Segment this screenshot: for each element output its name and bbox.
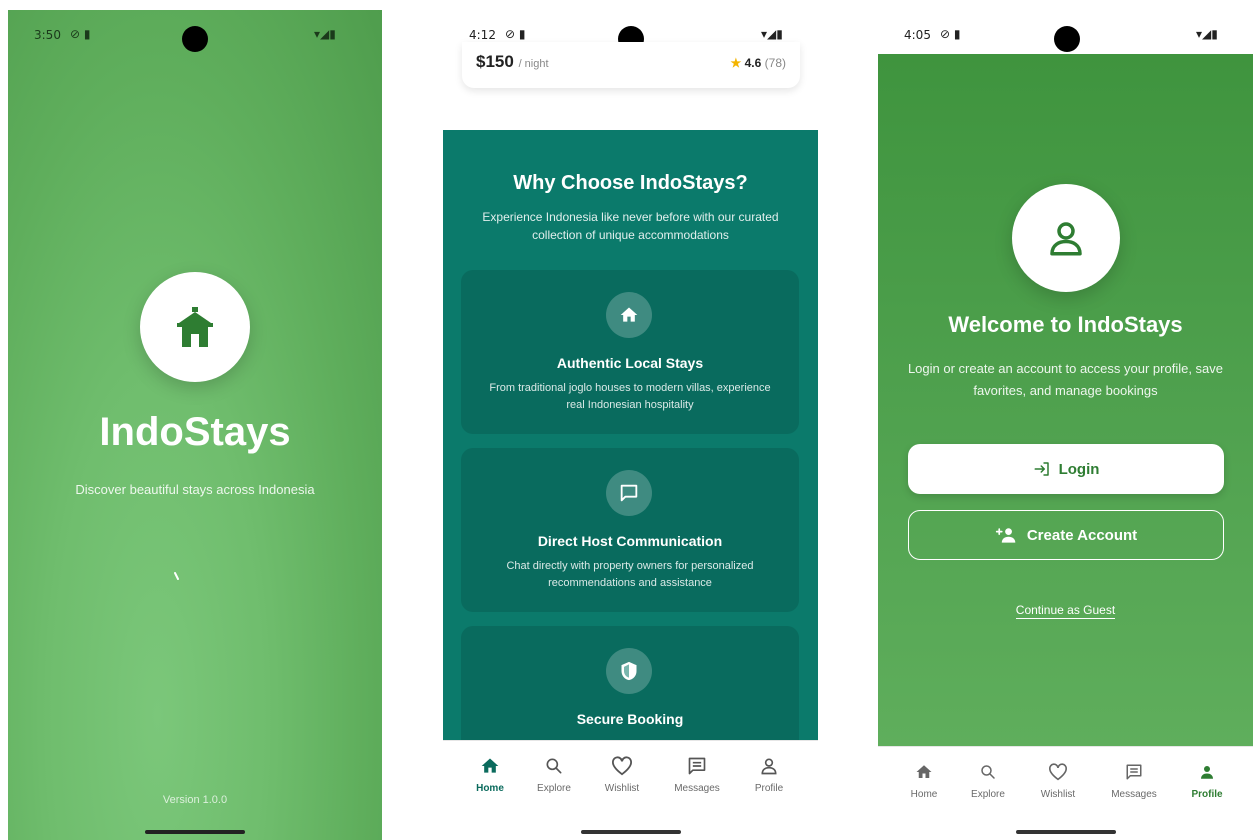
nav-item-explore[interactable]: Explore <box>522 753 586 794</box>
nav-label: Explore <box>537 783 571 794</box>
messages-icon <box>1126 764 1142 780</box>
person-icon <box>1050 222 1082 256</box>
search-icon <box>981 765 995 779</box>
bottom-nav: Home Explore Wishlist Messages Profile <box>878 746 1253 836</box>
login-button[interactable]: Login <box>908 444 1224 494</box>
listing-rating: ★ 4.6 (78) <box>731 56 786 70</box>
continue-guest-label: Continue as Guest <box>1015 603 1116 619</box>
feature-icon-wrap <box>606 292 652 338</box>
heart-icon <box>612 756 632 776</box>
splash-screen: 3:50 ⊘ ▮ ▾◢▮ IndoStays Discover beautifu… <box>8 10 382 840</box>
home-icon <box>916 765 932 778</box>
rating-count: (78) <box>764 56 786 70</box>
home-indicator[interactable] <box>145 830 245 834</box>
person-icon <box>761 758 777 775</box>
camera-cutout <box>182 26 208 52</box>
feature-title: Direct Host Communication <box>537 533 723 549</box>
continue-guest-link[interactable]: Continue as Guest <box>878 603 1253 619</box>
profile-screen: 4:05 ⊘ ▮ ▾◢▮ Welcome to IndoStays Login … <box>878 10 1253 840</box>
status-time: 4:05 <box>904 28 931 42</box>
nav-label: Home <box>910 789 938 800</box>
nav-item-home[interactable]: Home <box>458 753 522 794</box>
login-icon <box>1034 462 1049 476</box>
feature-card-host-communication: Direct Host Communication Chat directly … <box>461 448 799 612</box>
listing-card-footer[interactable]: $150 / night ★ 4.6 (78) <box>462 42 800 88</box>
home-indicator[interactable] <box>1016 830 1116 834</box>
nav-label: Explore <box>971 789 1005 800</box>
status-icons-left: ⊘ ▮ <box>505 27 526 41</box>
why-choose-section: Why Choose IndoStays? Experience Indones… <box>443 130 818 790</box>
nav-item-profile[interactable]: Profile <box>1175 759 1239 800</box>
welcome-title: Welcome to IndoStays <box>948 312 1183 337</box>
pagoda-icon <box>177 307 213 347</box>
avatar <box>1012 184 1120 292</box>
nav-label: Messages <box>674 783 720 794</box>
add-person-icon <box>995 528 1016 543</box>
status-bar: 3:50 ⊘ ▮ ▾◢▮ <box>8 10 382 54</box>
status-icons-right: ▾◢▮ <box>314 27 336 41</box>
nav-label: Wishlist <box>604 783 640 794</box>
app-title: IndoStays <box>99 410 291 454</box>
heart-icon <box>1049 763 1067 781</box>
version-label: Version 1.0.0 <box>162 794 228 806</box>
feature-title: Secure Booking <box>576 711 684 727</box>
status-icons-left: ⊘ ▮ <box>940 27 961 41</box>
home-screen: 4:12 ⊘ ▮ ▾◢▮ $150 / night ★ 4.6 (78) Why… <box>443 10 818 840</box>
bottom-nav: Home Explore Wishlist Messages Profile <box>443 740 818 830</box>
nav-label: Wishlist <box>1040 789 1076 800</box>
price-value: $150 <box>476 52 514 71</box>
welcome-subtitle: Login or create an account to access you… <box>907 361 1224 398</box>
status-icons-right: ▾◢▮ <box>1196 27 1218 41</box>
camera-cutout <box>1054 26 1080 52</box>
nav-item-wishlist[interactable]: Wishlist <box>1026 759 1090 800</box>
create-account-button[interactable]: Create Account <box>908 510 1224 560</box>
status-icons-right: ▾◢▮ <box>761 27 783 41</box>
nav-item-messages[interactable]: Messages <box>665 753 729 794</box>
star-icon: ★ <box>730 56 742 70</box>
status-time: 4:12 <box>469 28 496 42</box>
section-subtitle: Experience Indonesia like never before w… <box>482 210 779 242</box>
status-icons-left: ⊘ ▮ <box>70 27 91 41</box>
nav-label: Home <box>476 783 504 794</box>
nav-label: Profile <box>754 783 784 794</box>
section-title: Why Choose IndoStays? <box>513 172 748 194</box>
status-time: 3:50 <box>34 28 61 42</box>
home-icon <box>481 758 499 773</box>
feature-card-local-stays: Authentic Local Stays From traditional j… <box>461 270 799 434</box>
create-account-label: Create Account <box>1026 526 1138 544</box>
status-bar: 4:05 ⊘ ▮ ▾◢▮ <box>878 10 1253 54</box>
home-indicator[interactable] <box>581 830 681 834</box>
app-tagline: Discover beautiful stays across Indonesi… <box>75 482 315 497</box>
nav-item-wishlist[interactable]: Wishlist <box>590 753 654 794</box>
rating-value: 4.6 <box>744 56 762 70</box>
feature-description: From traditional joglo houses to modern … <box>489 382 771 411</box>
feature-icon-wrap <box>606 470 652 516</box>
nav-label: Profile <box>1191 789 1223 800</box>
app-logo <box>140 272 250 382</box>
login-label: Login <box>1058 460 1100 478</box>
person-icon <box>1201 766 1213 779</box>
messages-icon <box>688 757 706 775</box>
search-icon <box>546 758 562 774</box>
nav-label: Messages <box>1111 789 1157 800</box>
nav-item-explore[interactable]: Explore <box>956 759 1020 800</box>
feature-title: Authentic Local Stays <box>556 355 704 371</box>
feature-icon-wrap <box>606 648 652 694</box>
chat-icon <box>620 484 638 502</box>
listing-price: $150 / night <box>476 52 549 72</box>
price-unit: / night <box>518 58 549 70</box>
feature-description: Chat directly with property owners for p… <box>506 560 754 589</box>
shield-icon <box>621 661 637 681</box>
nav-item-profile[interactable]: Profile <box>737 753 801 794</box>
nav-item-home[interactable]: Home <box>892 759 956 800</box>
loading-spinner-icon <box>174 572 179 580</box>
home-icon <box>620 307 638 322</box>
nav-item-messages[interactable]: Messages <box>1102 759 1166 800</box>
